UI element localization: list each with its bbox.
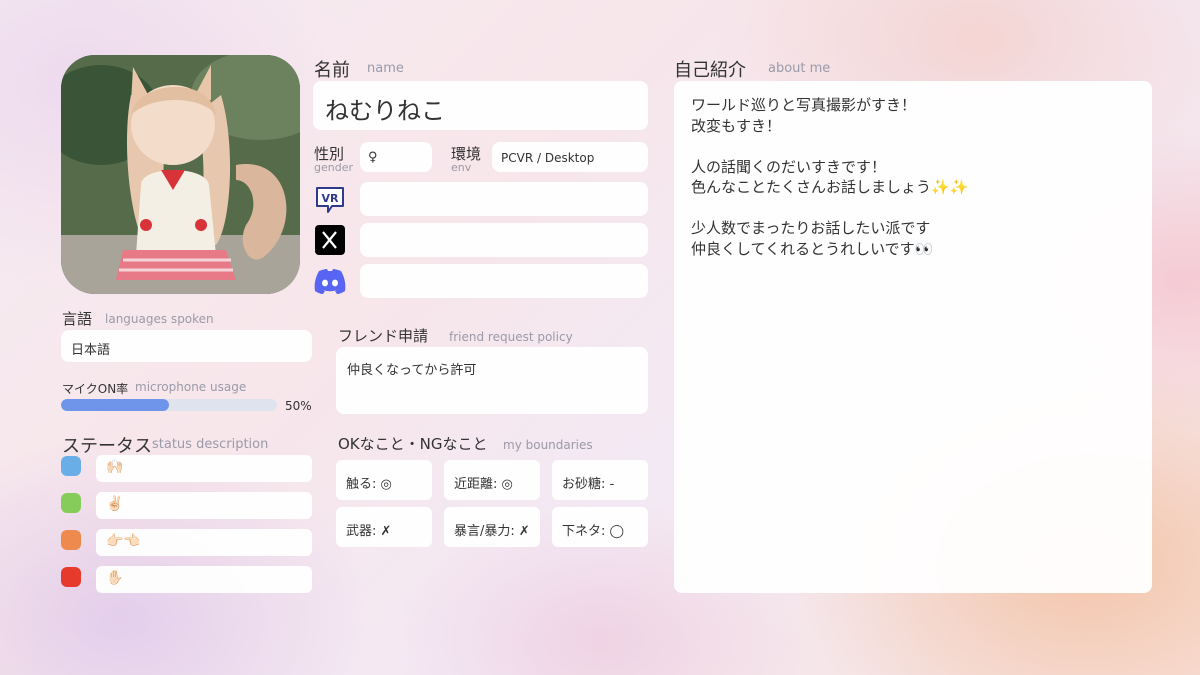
about-line: 人の話聞くのだいすきです！ [691,157,887,176]
about-line [691,136,968,157]
about-label-en: about me [768,61,831,76]
boundary-item[interactable]: 触る: ◎ [336,460,432,500]
languages-value: 日本語 [71,343,111,358]
anime-catgirl-avatar-photo [61,55,300,294]
boundary-item[interactable]: 近距離: ◎ [444,460,540,500]
name-field[interactable]: ねむりねこ [313,81,648,130]
status-item[interactable]: ✌🏻 [96,492,312,519]
languages-field[interactable]: 日本語 [61,330,312,362]
gender-label-en: gender [314,161,353,174]
about-line: 色んなことたくさんお話しましょう✨✨ [691,178,969,196]
status-dot-orange [61,530,81,550]
mic-label-en: microphone usage [135,380,247,394]
status-dot-green [61,493,81,513]
status-text: 🙌🏻 [106,459,124,475]
discord-icon [313,264,347,298]
gender-field[interactable]: ♀ [360,142,432,172]
boundary-item[interactable]: お砂糖: - [552,460,648,500]
env-value: PCVR / Desktop [501,151,595,165]
boundary-item[interactable]: 下ネタ: ◯ [552,507,648,547]
env-field[interactable]: PCVR / Desktop [492,142,648,172]
env-label-en: env [451,161,472,174]
mic-label: マイクON率 [62,382,129,396]
vrchat-icon: VR [313,183,347,217]
boundary-text: 触る: ◎ [346,477,392,492]
boundary-text: 近距離: ◎ [454,477,513,492]
svg-text:VR: VR [322,192,340,205]
status-dot-red [61,567,81,587]
status-item[interactable]: 👉🏻👈🏻 [96,529,312,556]
friend-policy-field[interactable]: 仲良くなってから許可 [336,347,648,414]
friend-label: フレンド申請 [338,327,429,345]
boundary-text: 暴言/暴力: ✗ [454,524,530,539]
friend-policy-value: 仲良くなってから許可 [347,363,477,378]
about-text: ワールド巡りと写真撮影がすき！ 改変もすき！ 人の話聞くのだいすきです！ 色んな… [691,95,968,259]
status-item[interactable]: 🙌🏻 [96,455,312,482]
languages-label-en: languages spoken [105,312,214,326]
about-line: 改変もすき！ [691,116,782,135]
x-field[interactable] [360,223,648,257]
about-line: 仲良くしてくれるとうれしいです👀 [691,239,934,258]
mic-percent: 50% [285,399,312,413]
boundary-item[interactable]: 暴言/暴力: ✗ [444,507,540,547]
x-icon [313,223,347,257]
boundary-item[interactable]: 武器: ✗ [336,507,432,547]
status-item[interactable]: ✋🏻 [96,566,312,593]
name-label: 名前 [314,60,350,81]
about-label: 自己紹介 [674,60,746,81]
about-line: 少人数でまったりお話したい派です [691,219,931,237]
boundaries-label: OKなこと・NGなこと [338,435,488,453]
about-line [691,198,968,219]
boundaries-label-en: my boundaries [503,438,593,452]
vrchat-field[interactable] [360,182,648,216]
friend-label-en: friend request policy [449,330,573,344]
avatar [61,55,300,294]
about-line: ワールド巡りと写真撮影がすき！ [691,96,917,114]
boundary-text: お砂糖: - [562,477,615,492]
status-text: ✋🏻 [106,570,124,586]
status-text: 👉🏻👈🏻 [106,533,141,549]
name-label-en: name [367,61,404,76]
discord-field[interactable] [360,264,648,298]
name-value: ねむりねこ [325,97,445,125]
mic-usage-bar [61,399,277,411]
languages-label: 言語 [62,310,93,328]
mic-usage-fill [61,399,169,411]
status-text: ✌🏻 [106,496,124,512]
status-label-en: status description [152,437,269,452]
gender-value: ♀ [368,150,378,165]
boundary-text: 武器: ✗ [346,524,392,539]
status-dot-blue [61,456,81,476]
boundary-text: 下ネタ: ◯ [562,524,625,539]
